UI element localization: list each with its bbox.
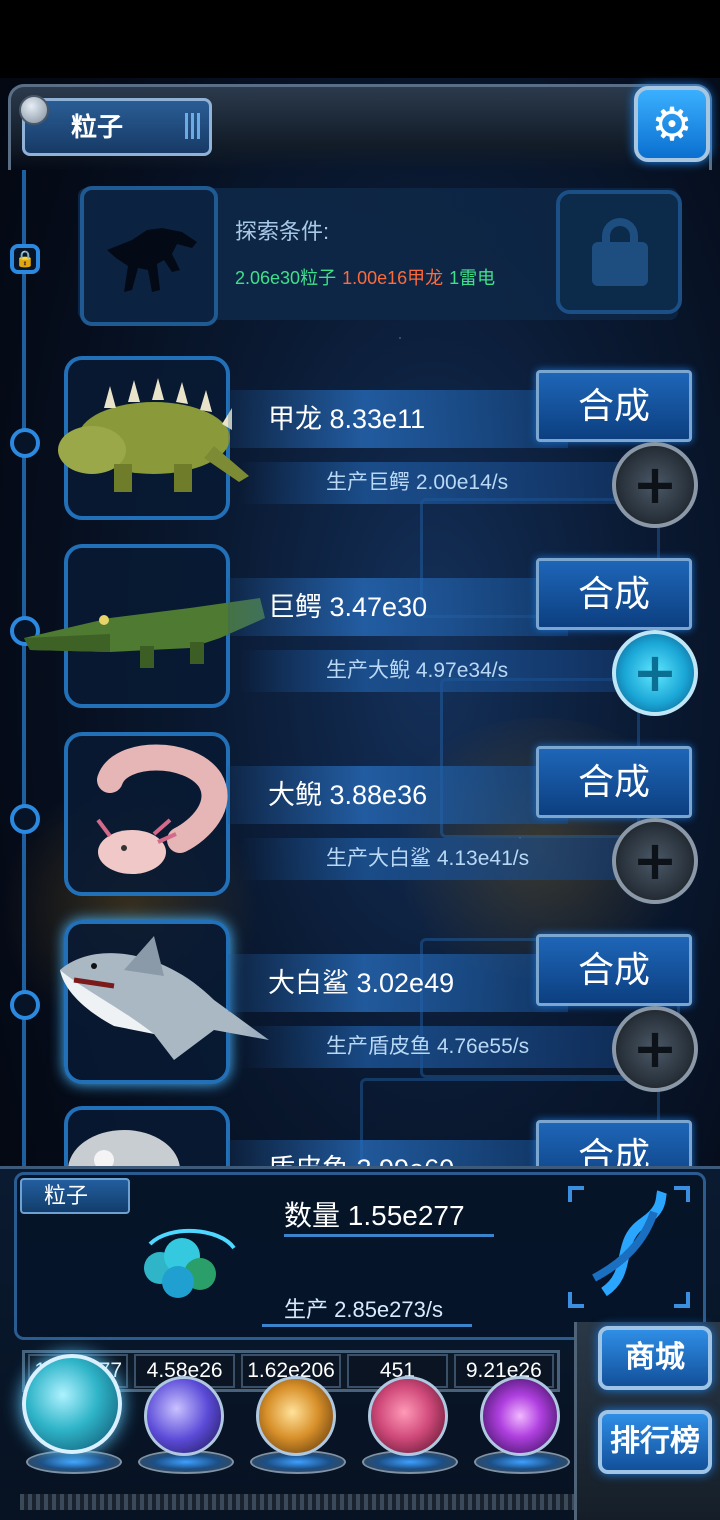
plus-icon: +	[632, 641, 678, 704]
plus-icon: +	[632, 829, 678, 892]
requirement-ankylosaurus: 1.00e16甲龙	[342, 268, 444, 288]
particle-orb-button[interactable]	[20, 1354, 130, 1474]
brain-orb-button[interactable]	[356, 1354, 466, 1474]
creature-row-placoderm: 盾皮鱼 3.99e60 合成	[0, 1106, 720, 1166]
merge-button[interactable]: 合成	[536, 934, 692, 1006]
resource-quantity: 数量 1.55e277	[284, 1200, 465, 1231]
creature-name: 大鲵 3.88e36	[228, 766, 568, 824]
locked-creature-portrait	[80, 186, 218, 326]
lightning-orb-icon	[144, 1376, 224, 1456]
fire-orb-icon	[256, 1376, 336, 1456]
creature-name: 盾皮鱼 3.99e60	[228, 1140, 568, 1166]
status-bar	[0, 0, 720, 78]
buy-button[interactable]: +	[612, 818, 698, 904]
plus-icon: +	[632, 453, 678, 516]
shop-button[interactable]: 商城	[598, 1326, 712, 1390]
ranking-button[interactable]: 排行榜	[598, 1410, 712, 1474]
merge-button[interactable]: 合成	[536, 558, 692, 630]
fire-orb-button[interactable]	[244, 1354, 354, 1474]
ankylosaurus-icon	[58, 378, 249, 492]
bolt-icon	[19, 95, 49, 125]
salamander-icon	[96, 744, 228, 874]
merge-button[interactable]: 合成	[536, 1120, 692, 1166]
creature-name: 巨鳄 3.47e30	[228, 578, 568, 636]
buy-button[interactable]: +	[612, 1006, 698, 1092]
creature-production: 生产巨鳄 2.00e14/s	[240, 462, 660, 504]
explore-requirements: 2.06e30粒子 1.00e16甲龙 1雷电	[235, 264, 495, 290]
creature-production: 生产大白鲨 4.13e41/s	[240, 838, 660, 880]
creature-production: 生产大鲵 4.97e34/s	[240, 650, 660, 692]
resource-tag: 粒子	[20, 1178, 130, 1214]
creature-row-ankylosaurus: 甲龙 8.33e11 生产巨鳄 2.00e14/s 合成 +	[0, 356, 720, 536]
lightning-orb-button[interactable]	[132, 1354, 242, 1474]
creature-name: 甲龙 8.33e11	[228, 390, 568, 448]
placoderm-icon	[68, 1130, 180, 1166]
lock-node-icon: 🔒	[10, 244, 40, 274]
creature-name: 大白鲨 3.02e49	[228, 954, 568, 1012]
resource-tab-label: 粒子	[71, 112, 124, 142]
buy-button[interactable]: +	[612, 630, 698, 716]
settings-button[interactable]: ⚙	[634, 86, 710, 162]
bottom-decoration	[20, 1494, 580, 1510]
dna-icon	[568, 1186, 690, 1308]
buy-button[interactable]: +	[612, 442, 698, 528]
unlock-button[interactable]	[556, 190, 682, 314]
requirement-particles: 2.06e30粒子	[235, 268, 337, 288]
particle-cluster-icon	[144, 1228, 236, 1298]
bars-icon	[185, 113, 203, 139]
dinosaur-silhouette-icon	[107, 228, 197, 292]
resource-tab[interactable]: 粒子	[19, 95, 212, 156]
merge-button[interactable]: 合成	[536, 370, 692, 442]
requirement-lightning: 1雷电	[449, 268, 496, 288]
resource-production: 生产 2.85e273/s	[284, 1297, 443, 1322]
gear-icon: ⚙	[651, 97, 693, 151]
creature-row-salamander: 大鲵 3.88e36 生产大白鲨 4.13e41/s 合成 +	[0, 732, 720, 912]
creature-row-shark: 大白鲨 3.02e49 生产盾皮鱼 4.76e55/s 合成 +	[0, 920, 720, 1100]
explore-condition-title: 探索条件:	[235, 219, 330, 244]
brain-orb-icon	[368, 1376, 448, 1456]
vortex-orb-button[interactable]	[468, 1354, 578, 1474]
resource-orb-selector	[20, 1354, 580, 1484]
merge-button[interactable]: 合成	[536, 746, 692, 818]
creature-row-crocodile: 巨鳄 3.47e30 生产大鲵 4.97e34/s 合成 +	[0, 544, 720, 724]
vortex-orb-icon	[480, 1376, 560, 1456]
particle-orb-icon	[22, 1354, 122, 1454]
creature-production: 生产盾皮鱼 4.76e55/s	[240, 1026, 660, 1068]
plus-icon: +	[632, 1017, 678, 1080]
